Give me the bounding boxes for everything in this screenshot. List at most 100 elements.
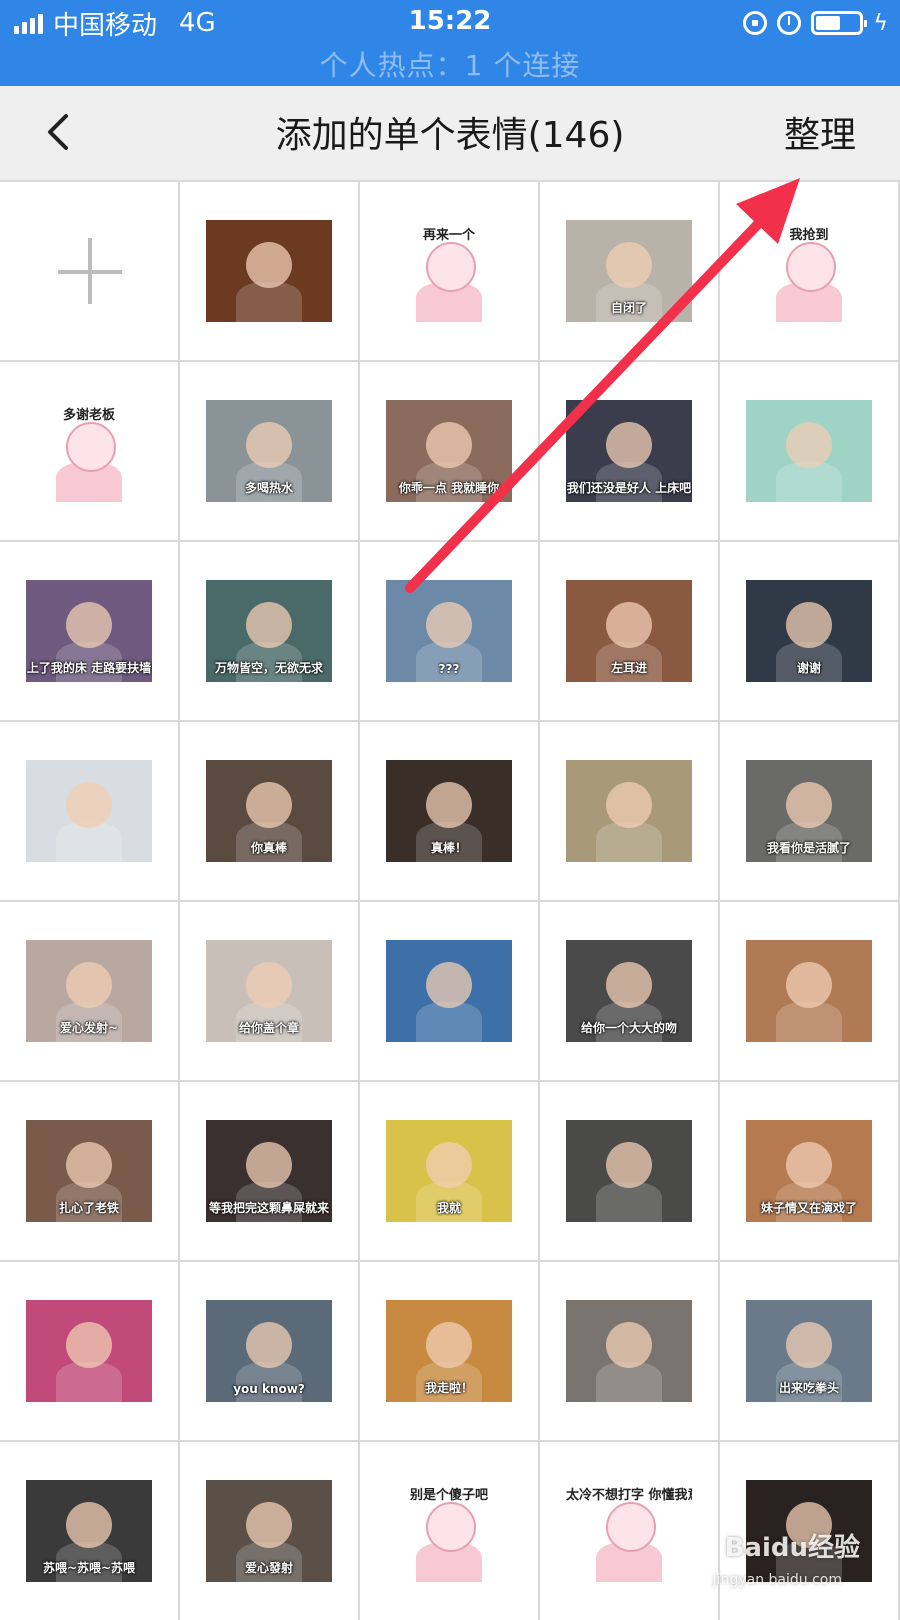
sticker-cell[interactable] [720,902,898,1080]
sticker-thumbnail: 给你一个大大的吻 [566,940,692,1042]
sticker-cell[interactable] [0,722,178,900]
organize-button[interactable]: 整理 [784,106,856,158]
watermark-url: jingyan.baidu.com [712,1572,842,1588]
sticker-thumbnail: 上了我的床 走路要扶墙 [26,580,152,682]
sticker-caption: 左耳进 [610,661,647,675]
sticker-figure-face [606,422,652,468]
sticker-figure-body [596,1182,662,1222]
sticker-caption: 给你一个大大的吻 [580,1021,677,1035]
sticker-figure-face [786,242,836,292]
sticker-figure-face [426,962,472,1008]
sticker-figure-face [426,782,472,828]
sticker-cell[interactable] [720,362,898,540]
sticker-cell[interactable]: you know? [180,1262,358,1440]
sticker-cell[interactable]: 多谢老板 [0,362,178,540]
sticker-caption: 给你盖个章 [238,1021,299,1035]
sticker-caption: 万物皆空，无欲无求 [214,661,323,675]
sticker-thumbnail: 你真棒 [206,760,332,862]
add-sticker-button[interactable] [0,182,178,360]
sticker-cell[interactable] [540,1082,718,1260]
sticker-cell[interactable]: 太冷不想打字 你懂我意思吧 [540,1442,718,1620]
sticker-cell[interactable]: 给你盖个章 [180,902,358,1080]
sticker-cell[interactable]: 爱心發射 [180,1442,358,1620]
sticker-cell[interactable]: 别是个傻子吧 [360,1442,538,1620]
status-right: ϟ [743,6,888,40]
sticker-cell[interactable]: 出来吃拳头 [720,1262,898,1440]
sticker-cell[interactable]: 我走啦！ [360,1262,538,1440]
alarm-icon [777,11,802,35]
sticker-cell[interactable]: 你真棒 [180,722,358,900]
sticker-thumbnail: 妹子情又在演戏了 [746,1120,872,1222]
sticker-thumbnail [26,1300,152,1402]
sticker-thumbnail: 多喝热水 [206,400,332,502]
sticker-cell[interactable]: 妹子情又在演戏了 [720,1082,898,1260]
sticker-caption: 扎心了老铁 [58,1201,119,1215]
sticker-caption: 你乖一点 我就睡你 [398,481,500,495]
sticker-figure-face [246,1502,292,1548]
sticker-caption: 爱心發射 [244,1561,293,1575]
sticker-thumbnail: 别是个傻子吧 [386,1480,512,1582]
sticker-figure-face [426,422,472,468]
sticker-caption: 我看你是活腻了 [766,841,851,855]
sticker-thumbnail: ??? [386,580,512,682]
sticker-cell[interactable]: 再来一个 [360,182,538,360]
sticker-cell[interactable]: 谢谢 [720,542,898,720]
sticker-cell[interactable]: 扎心了老铁 [0,1082,178,1260]
sticker-cell[interactable]: 你乖一点 我就睡你 [360,362,538,540]
sticker-cell[interactable] [540,722,718,900]
sticker-figure-body [596,822,662,862]
sticker-cell[interactable]: 爱心发射~ [0,902,178,1080]
sticker-cell[interactable]: 我们还没是好人 上床吧 [540,362,718,540]
sticker-cell[interactable]: 真棒！ [360,722,538,900]
nav-header: 添加的单个表情(146) 整理 [0,86,900,180]
page-title: 添加的单个表情(146) [275,115,625,156]
hotspot-banner[interactable]: 个人热点：1 个连接 [0,44,900,84]
sticker-thumbnail [386,940,512,1042]
sticker-caption: 再来一个 [422,228,475,243]
sticker-figure-face [66,782,112,828]
sticker-figure-face [606,1142,652,1188]
sticker-figure-face [246,1142,292,1188]
sticker-cell[interactable]: 我就 [360,1082,538,1260]
sticker-cell[interactable]: 万物皆空，无欲无求 [180,542,358,720]
sticker-cell[interactable]: 我看你是活腻了 [720,722,898,900]
sticker-cell[interactable]: 上了我的床 走路要扶墙 [0,542,178,720]
sticker-figure-face [66,1322,112,1368]
sticker-cell[interactable]: 多喝热水 [180,362,358,540]
sticker-cell[interactable]: 左耳进 [540,542,718,720]
sticker-cell[interactable]: ??? [360,542,538,720]
sticker-thumbnail [746,400,872,502]
sticker-caption: 我们还没是好人 上床吧 [566,481,692,495]
sticker-thumbnail [206,220,332,322]
sticker-caption: 我就 [436,1201,461,1215]
sticker-caption: 别是个傻子吧 [409,1488,488,1503]
sticker-cell[interactable]: 等我把完这颗鼻屎就来 [180,1082,358,1260]
sticker-cell[interactable]: 我抢到 [720,182,898,360]
sticker-cell[interactable]: 自闭了 [540,182,718,360]
status-bar: 中国移动 4G 15:22 ϟ 个人热点：1 个连接 [0,0,900,86]
sticker-figure-body [56,1362,122,1402]
rotation-lock-icon [743,11,768,35]
sticker-figure-face [246,602,292,648]
sticker-figure-face [246,242,292,288]
sticker-thumbnail: 多谢老板 [26,400,152,502]
sticker-grid: 再来一个自闭了 我抢到多谢老板 多喝热水 你乖一点 我就睡你 我们还没是好人 上床吧上了… [0,182,900,1620]
sticker-cell[interactable]: 苏喂~苏喂~苏喂 [0,1442,178,1620]
sticker-cell[interactable] [360,902,538,1080]
sticker-cell[interactable] [540,1262,718,1440]
sticker-thumbnail: 太冷不想打字 你懂我意思吧 [566,1480,692,1582]
sticker-cell[interactable]: 给你一个大大的吻 [540,902,718,1080]
sticker-figure-face [246,422,292,468]
sticker-figure-face [606,962,652,1008]
sticker-figure-face [66,1142,112,1188]
sticker-caption: 自闭了 [610,301,647,315]
sticker-figure-face [426,242,476,292]
sticker-thumbnail [566,1300,692,1402]
sticker-thumbnail: 你乖一点 我就睡你 [386,400,512,502]
sticker-thumbnail: 爱心發射 [206,1480,332,1582]
sticker-cell[interactable] [0,1262,178,1440]
battery-icon [811,11,868,35]
sticker-figure-face [786,1322,832,1368]
sticker-cell[interactable] [180,182,358,360]
sticker-figure-face [786,782,832,828]
